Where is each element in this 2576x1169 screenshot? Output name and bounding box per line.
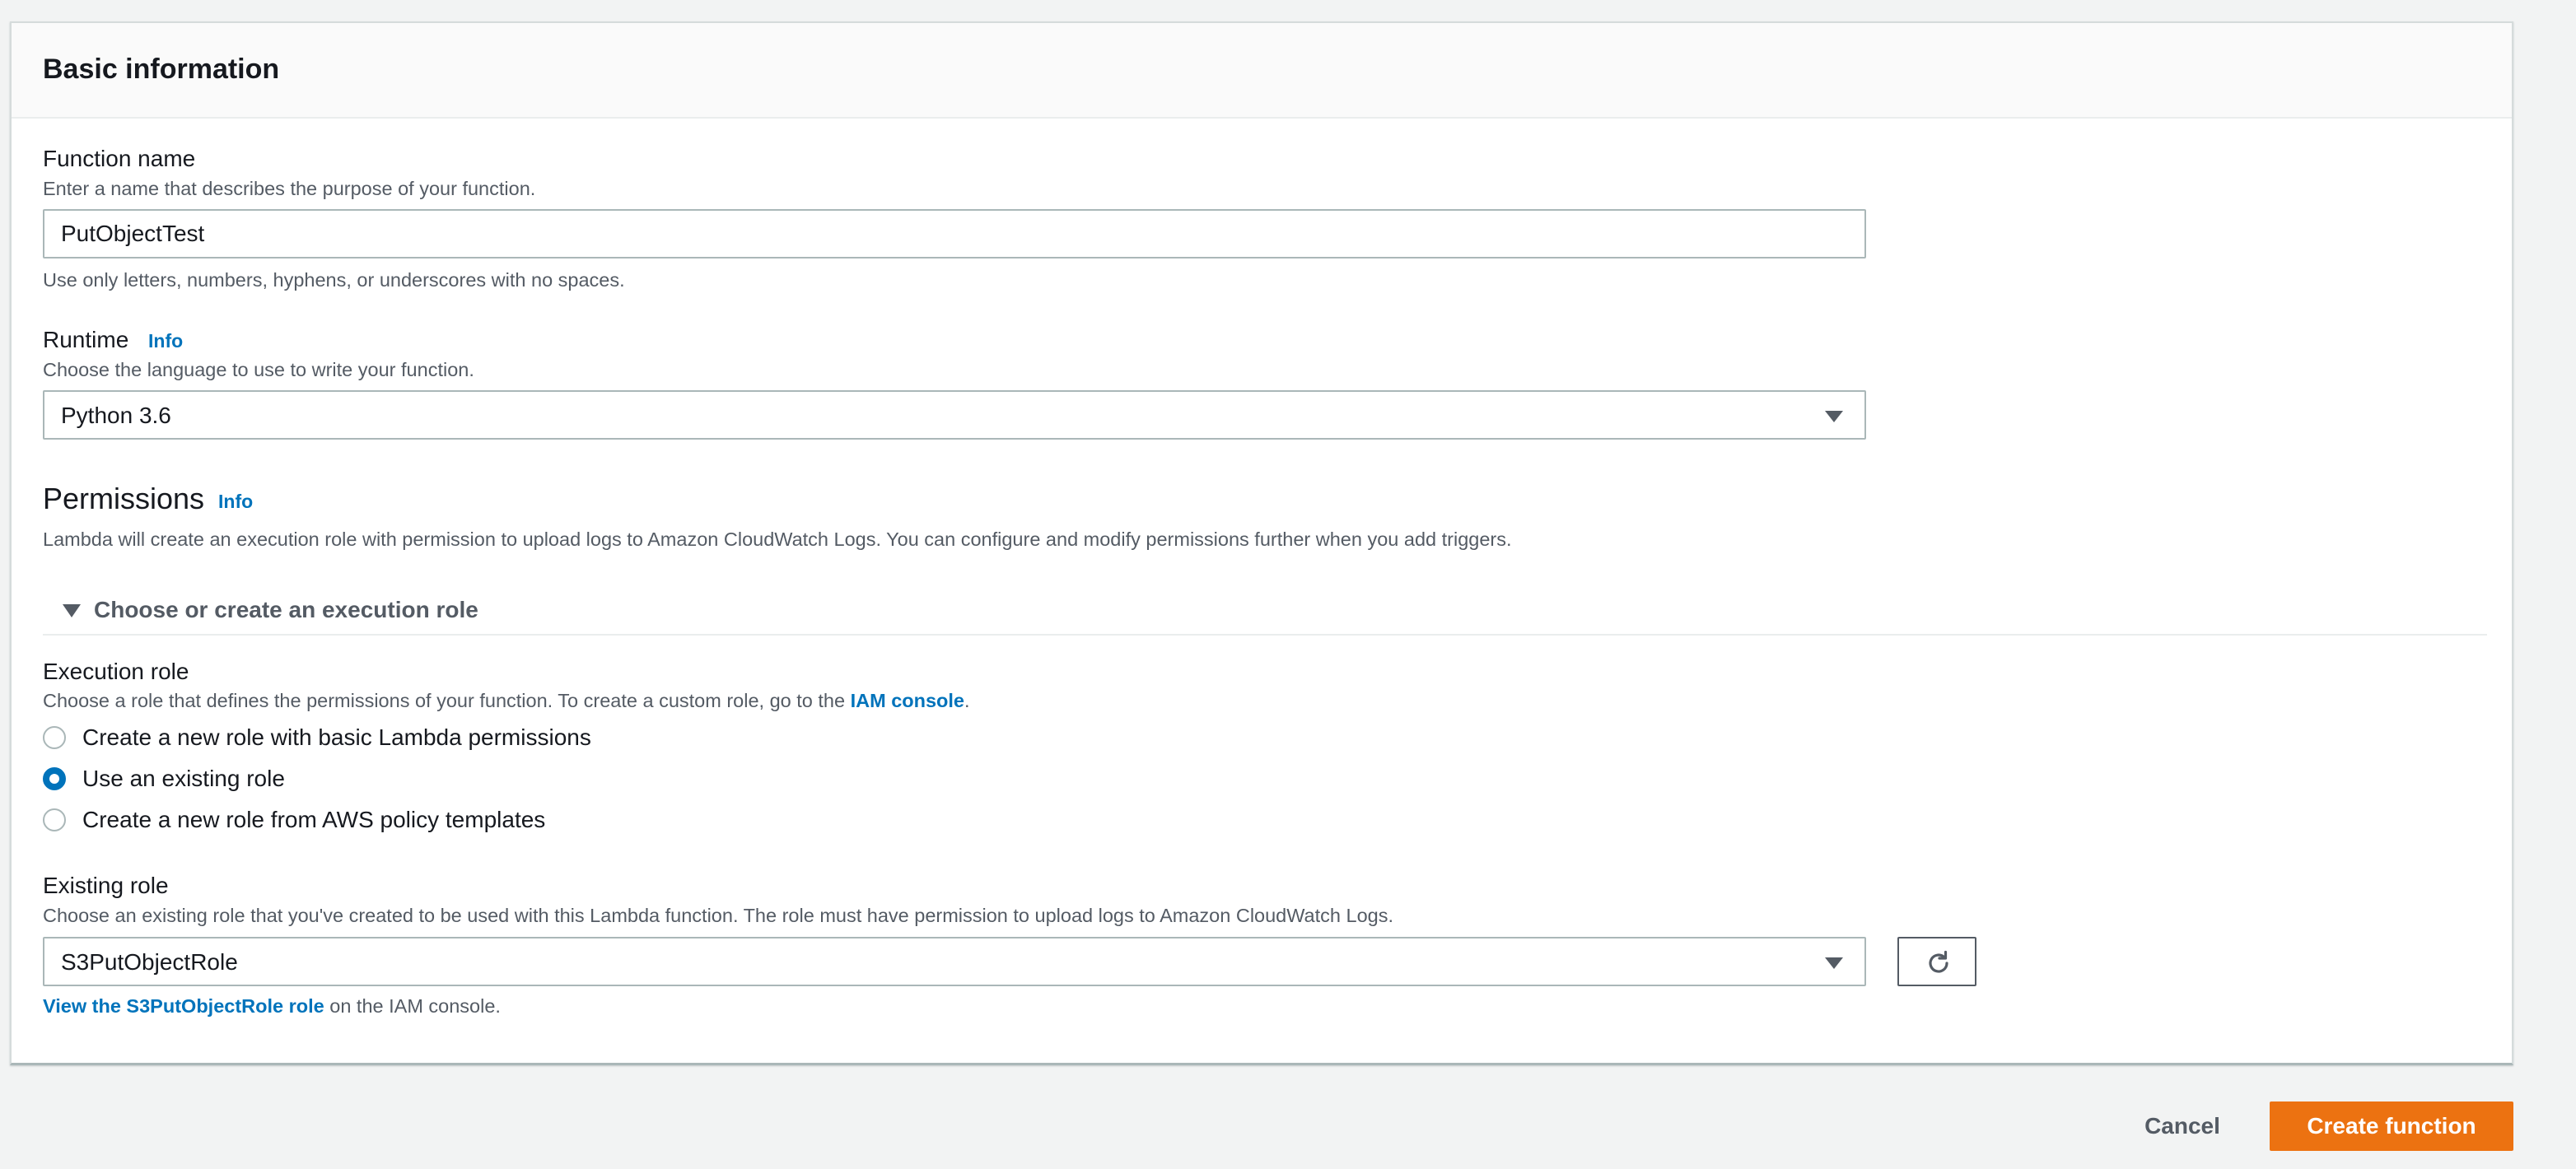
execution-role-description: Choose a role that defines the permissio… (43, 688, 970, 713)
execution-role-description-suffix: . (964, 690, 970, 711)
existing-role-description: Choose an existing role that you've crea… (43, 905, 1393, 926)
existing-role-label: Existing role (43, 873, 169, 898)
function-name-input[interactable] (43, 209, 1866, 258)
panel-title: Basic information (43, 54, 280, 85)
refresh-icon (1929, 950, 1948, 973)
radio-button-checked[interactable] (43, 767, 66, 790)
radio-label: Create a new role from AWS policy templa… (82, 807, 546, 832)
function-name-description: Enter a name that describes the purpose … (43, 178, 536, 199)
caret-down-icon (1825, 957, 1843, 969)
permissions-description: Lambda will create an execution role wit… (43, 529, 1512, 550)
existing-role-select-value: S3PutObjectRole (61, 949, 238, 975)
function-name-label: Function name (43, 146, 196, 171)
view-role-suffix: on the IAM console. (324, 995, 501, 1017)
caret-down-icon (1825, 411, 1843, 422)
existing-role-select[interactable]: S3PutObjectRole (43, 937, 1866, 986)
function-name-constraint: Use only letters, numbers, hyphens, or u… (43, 269, 625, 291)
cancel-button[interactable]: Cancel (2125, 1101, 2240, 1151)
iam-console-link[interactable]: IAM console (851, 690, 964, 711)
caret-down-icon (63, 604, 81, 617)
radio-button[interactable] (43, 808, 66, 831)
runtime-description: Choose the language to use to write your… (43, 359, 474, 380)
runtime-info-link[interactable]: Info (148, 330, 183, 352)
radio-label: Use an existing role (82, 766, 285, 791)
radio-button[interactable] (43, 726, 66, 749)
runtime-select[interactable]: Python 3.6 (43, 390, 1866, 440)
permissions-title: Permissions (43, 482, 205, 515)
radio-label: Create a new role with basic Lambda perm… (82, 724, 591, 750)
view-role-line: View the S3PutObjectRole role on the IAM… (43, 994, 501, 1018)
execution-role-label: Execution role (43, 659, 189, 684)
expander-label: Choose or create an execution role (94, 597, 478, 622)
execution-role-description-text: Choose a role that defines the permissio… (43, 690, 851, 711)
refresh-roles-button[interactable] (1897, 937, 1976, 986)
panel-header: Basic information (12, 23, 2512, 119)
create-function-button[interactable]: Create function (2270, 1101, 2513, 1151)
permissions-info-link[interactable]: Info (218, 491, 253, 513)
view-role-link[interactable]: View the S3PutObjectRole role (43, 995, 324, 1017)
runtime-label: Runtime (43, 327, 129, 352)
runtime-select-value: Python 3.6 (61, 403, 171, 428)
execution-role-expander[interactable]: Choose or create an execution role (43, 594, 2487, 636)
